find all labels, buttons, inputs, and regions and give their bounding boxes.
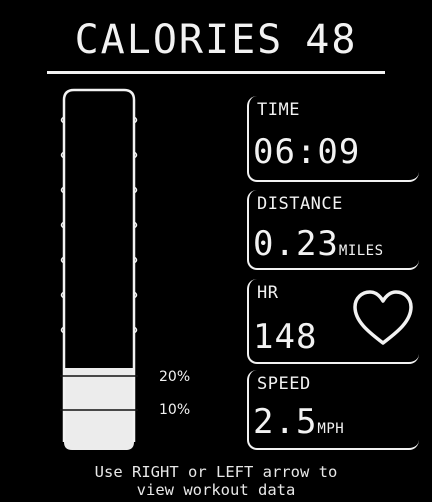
distance-reading: 0.23MILES	[253, 224, 384, 271]
footer-hint: Use RIGHT or LEFT arrow to view workout …	[0, 463, 432, 499]
calories-header: CALORIES 48	[0, 14, 432, 66]
time-label: TIME	[257, 100, 300, 120]
calorie-progress-tube	[60, 86, 138, 452]
progress-tube-graphic	[60, 88, 138, 450]
distance-value: 0.23	[253, 224, 339, 264]
progress-label-10: 10%	[159, 402, 191, 418]
calories-label: CALORIES	[74, 17, 284, 63]
heart-icon	[353, 290, 413, 345]
hr-label: HR	[257, 283, 279, 303]
progress-label-20: 20%	[159, 369, 191, 385]
speed-reading: 2.5MPH	[253, 402, 344, 449]
speed-value: 2.5	[253, 402, 318, 442]
footer-hint-line-2: view workout data	[136, 481, 296, 499]
header-divider	[47, 71, 385, 74]
time-panel: TIME 06:09	[247, 96, 419, 182]
speed-label: SPEED	[257, 374, 311, 394]
hr-value: 148	[253, 317, 318, 357]
heart-rate-panel: HR 148	[247, 279, 419, 364]
time-value: 06:09	[253, 132, 361, 172]
calories-value: 48	[305, 17, 358, 63]
speed-panel: SPEED 2.5MPH	[247, 370, 419, 450]
speed-unit: MPH	[317, 421, 345, 437]
distance-panel: DISTANCE 0.23MILES	[247, 190, 419, 270]
distance-label: DISTANCE	[257, 194, 343, 214]
distance-unit: MILES	[338, 243, 384, 259]
footer-hint-line-1: Use RIGHT or LEFT arrow to	[94, 463, 338, 481]
